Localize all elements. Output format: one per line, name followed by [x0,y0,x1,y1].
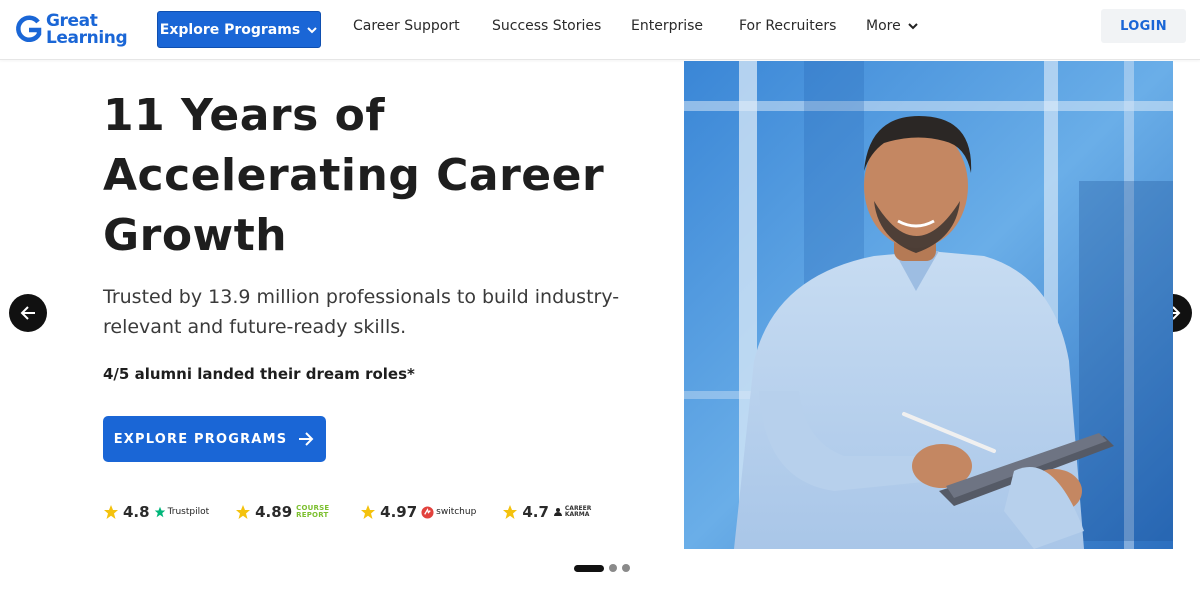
nav-career-support[interactable]: Career Support [353,18,460,34]
rating-switchup: 4.97 switchup [360,503,476,521]
star-icon [503,505,518,519]
arrow-right-icon [299,432,314,446]
site-header: Great Learning Explore Programs Career S… [0,0,1200,60]
rating-career-karma: 4.7 CAREER KARMA [502,503,599,521]
career-karma-icon [553,508,562,516]
star-icon [361,505,376,519]
hero-title-line-2: Accelerating Career [103,150,605,201]
chevron-down-icon [908,23,918,30]
career-karma-label: CAREER KARMA [564,505,592,518]
course-report-logo: COURSE REPORT [296,505,334,519]
trustpilot-star-icon [154,506,165,518]
nav-more-label: More [866,18,901,34]
nav-for-recruiters[interactable]: For Recruiters [739,18,836,34]
explore-programs-cta-label: EXPLORE PROGRAMS [113,431,288,447]
rating-trustpilot: 4.8 Trustpilot [103,503,209,521]
carousel-dot[interactable] [609,564,617,572]
hero-subtitle-line-2: relevant and future-ready skills. [103,316,407,338]
rating-value: 4.97 [380,503,418,521]
star-icon [236,505,251,519]
great-learning-g-icon [16,15,42,42]
arrow-left-icon [20,306,35,320]
carousel-dot-active[interactable] [574,564,604,572]
nav-enterprise[interactable]: Enterprise [631,18,703,34]
logo-line-2: Learning [46,28,128,48]
carousel-indicators [574,564,630,572]
hero-subtitle-line-1: Trusted by 13.9 million professionals to… [103,286,620,308]
switchup-icon [421,505,434,519]
course-report-label: COURSE REPORT [296,504,330,519]
hero-title: 11 Years of Accelerating Career Growth [103,86,663,266]
carousel-prev-button[interactable] [9,294,47,332]
career-karma-logo: CAREER KARMA [553,506,599,518]
nav-more[interactable]: More [866,18,919,34]
hero-subtitle: Trusted by 13.9 million professionals to… [103,282,643,342]
rating-course-report: 4.89 COURSE REPORT [235,503,334,521]
star-icon [104,505,118,519]
switchup-logo: switchup [421,505,477,519]
hero-title-line-3: Growth [103,210,288,261]
alumni-note: 4/5 alumni landed their dream roles* [103,365,415,383]
explore-programs-button[interactable]: EXPLORE PROGRAMS [103,416,326,462]
nav-success-stories[interactable]: Success Stories [492,18,601,34]
trustpilot-logo: Trustpilot [154,506,210,518]
login-button[interactable]: LOGIN [1101,9,1186,43]
ratings-row: 4.8 Trustpilot 4.89 COURSE REPORT 4.97 s… [103,500,625,524]
great-learning-logo[interactable]: Great Learning [14,10,128,50]
rating-value: 4.8 [123,503,150,521]
rating-value: 4.7 [522,503,549,521]
explore-programs-dropdown[interactable]: Explore Programs [157,11,321,48]
explore-programs-label: Explore Programs [159,21,301,38]
chevron-down-icon [307,26,317,33]
hero-title-line-1: 11 Years of [103,90,385,141]
trustpilot-label: Trustpilot [167,507,210,517]
hero-image [684,61,1173,549]
carousel-dot[interactable] [622,564,630,572]
rating-value: 4.89 [255,503,293,521]
switchup-label: switchup [436,507,477,517]
professional-with-tablet-illustration [684,61,1173,549]
logo-wordmark: Great Learning [46,13,128,48]
